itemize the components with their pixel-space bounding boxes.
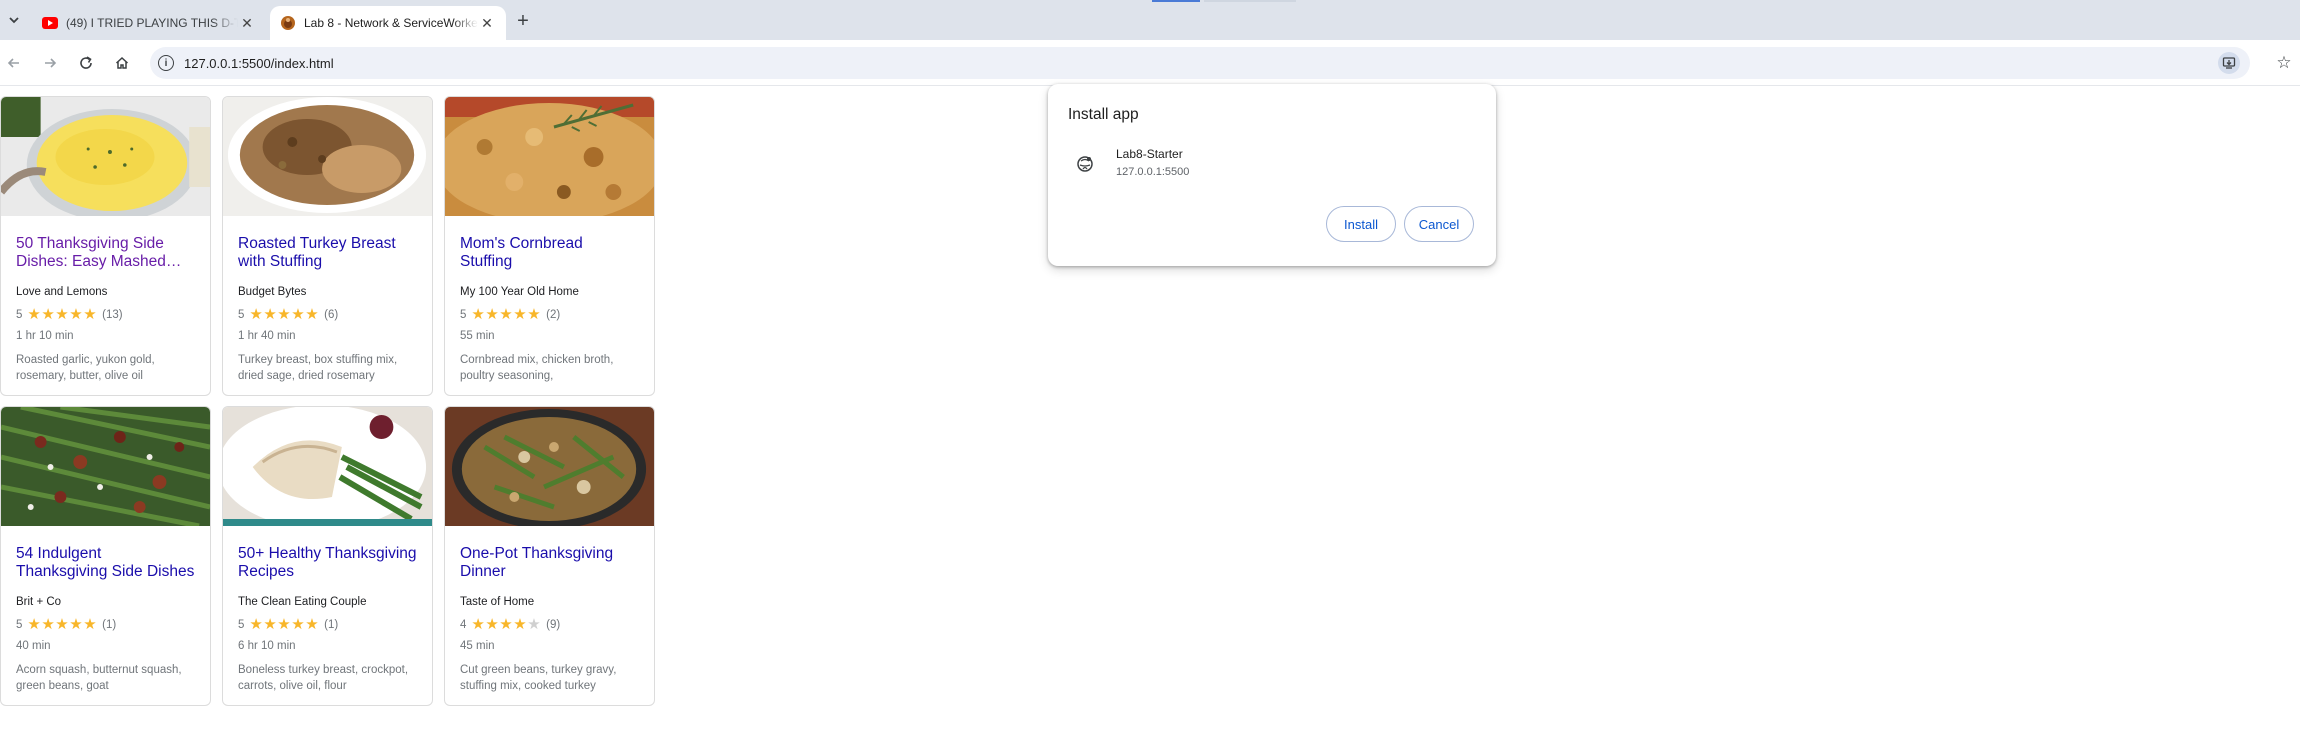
- rating-count: (1): [324, 619, 339, 631]
- recipe-time: 6 hr 10 min: [238, 640, 296, 652]
- rating-value: 5: [460, 309, 467, 321]
- tab-strip-indicator: [1204, 0, 1296, 2]
- recipe-time: 55 min: [460, 330, 495, 342]
- recipe-photo: [445, 97, 654, 223]
- close-icon[interactable]: ✕: [478, 14, 496, 32]
- recipe-card[interactable]: 50 Thanksgiving Side Dishes: Easy Mashed…: [0, 96, 211, 396]
- reload-button[interactable]: [74, 51, 98, 75]
- site-info-icon[interactable]: i: [158, 55, 174, 71]
- recipe-source: Love and Lemons: [16, 286, 108, 298]
- tab-title: (49) I TRIED PLAYING THIS D-TIER: [66, 16, 238, 30]
- reload-icon: [80, 56, 92, 69]
- url-text[interactable]: 127.0.0.1:5500/index.html: [184, 56, 334, 71]
- recipe-ingredients: Roasted garlic, yukon gold, rosemary, bu…: [16, 354, 155, 382]
- app-origin: 127.0.0.1:5500: [1116, 166, 1190, 178]
- home-icon: [115, 56, 129, 69]
- recipe-ingredients: Turkey breast, box stuffing mix, dried s…: [238, 354, 398, 382]
- recipe-title-link[interactable]: 50+ Healthy Thanksgiving Recipes: [238, 545, 417, 581]
- cancel-button[interactable]: Cancel: [1404, 206, 1474, 242]
- turkey-icon: [280, 15, 296, 31]
- address-bar[interactable]: i 127.0.0.1:5500/index.html: [150, 47, 2250, 79]
- tab-search-button[interactable]: [4, 8, 24, 32]
- recipe-ingredients: Cut green beans, turkey gravy, stuffing …: [460, 664, 617, 692]
- recipe-card[interactable]: 50+ Healthy Thanksgiving Recipes The Cle…: [222, 406, 433, 706]
- recipe-rating: 5 ★★★★★ (13): [16, 306, 195, 323]
- recipe-card[interactable]: 54 Indulgent Thanksgiving Side Dishes Br…: [0, 406, 211, 706]
- recipe-title-link[interactable]: One-Pot Thanksgiving Dinner: [460, 545, 639, 581]
- tab-strip-indicator: [1152, 0, 1200, 2]
- tab-title: Lab 8 - Network & ServiceWorker: [304, 16, 478, 30]
- recipe-photo: [223, 97, 432, 216]
- forward-button[interactable]: [38, 51, 62, 75]
- chevron-down-icon: [9, 17, 19, 24]
- recipe-rating: 5 ★★★★★ (2): [460, 306, 639, 323]
- star-rating-icon: ★★★★★: [249, 616, 320, 633]
- recipe-title-link[interactable]: 50 Thanksgiving Side Dishes: Easy Mashed…: [16, 235, 195, 271]
- recipe-title-link[interactable]: Roasted Turkey Breast with Stuffing: [238, 235, 417, 271]
- recipe-title-link[interactable]: 54 Indulgent Thanksgiving Side Dishes: [16, 545, 195, 581]
- recipe-rating: 5 ★★★★★ (6): [238, 306, 417, 323]
- recipe-rating: 5 ★★★★★ (1): [238, 616, 417, 633]
- recipe-time: 1 hr 40 min: [238, 330, 296, 342]
- star-rating-icon: ★★★★★: [249, 306, 320, 323]
- recipe-time: 45 min: [460, 640, 495, 652]
- rating-value: 5: [16, 619, 23, 631]
- star-rating-icon: ★★★★★: [471, 306, 542, 323]
- app-name: Lab8-Starter: [1116, 147, 1183, 161]
- rating-count: (6): [324, 309, 339, 321]
- star-rating-icon: ★★★★★: [471, 616, 542, 633]
- recipe-time: 40 min: [16, 640, 51, 652]
- recipe-card[interactable]: Roasted Turkey Breast with Stuffing Budg…: [222, 96, 433, 396]
- youtube-icon: [42, 15, 58, 31]
- tab-lab8[interactable]: Lab 8 - Network & ServiceWorker ✕: [270, 6, 506, 40]
- rating-count: (2): [546, 309, 561, 321]
- tab-strip: (49) I TRIED PLAYING THIS D-TIER ✕ Lab 8…: [0, 0, 2300, 40]
- recipe-card[interactable]: Mom's Cornbread Stuffing My 100 Year Old…: [444, 96, 655, 396]
- star-rating-icon: ★★★★★: [27, 616, 98, 633]
- install-app-icon[interactable]: [2218, 52, 2240, 74]
- recipe-title-link[interactable]: Mom's Cornbread Stuffing: [460, 235, 639, 271]
- home-button[interactable]: [110, 51, 134, 75]
- close-icon[interactable]: ✕: [238, 14, 256, 32]
- back-button[interactable]: [2, 51, 26, 75]
- recipe-photo: [1, 407, 210, 529]
- recipe-rating: 5 ★★★★★ (1): [16, 616, 195, 633]
- recipe-source: Brit + Co: [16, 596, 62, 608]
- recipe-photo: [445, 407, 654, 529]
- recipe-ingredients: Boneless turkey breast, crockpot, carrot…: [238, 664, 409, 692]
- rating-value: 5: [16, 309, 23, 321]
- rating-value: 5: [238, 619, 245, 631]
- tab-youtube[interactable]: (49) I TRIED PLAYING THIS D-TIER ✕: [32, 6, 266, 40]
- rating-count: (13): [102, 309, 123, 321]
- install-app-dialog: Install app Lab8-Starter 127.0.0.1:5500 …: [1048, 84, 1496, 266]
- recipe-photo: [223, 407, 432, 529]
- rating-value: 5: [238, 309, 245, 321]
- recipe-ingredients: Acorn squash, butternut squash, green be…: [16, 664, 182, 692]
- recipe-ingredients: Cornbread mix, chicken broth, poultry se…: [460, 354, 614, 382]
- recipe-photo: [1, 97, 210, 221]
- recipe-rating: 4 ★★★★★ (9): [460, 616, 639, 633]
- rating-count: (9): [546, 619, 561, 631]
- rating-value: 4: [460, 619, 467, 631]
- recipe-time: 1 hr 10 min: [16, 330, 74, 342]
- app-default-icon: [1074, 153, 1096, 175]
- new-tab-button[interactable]: +: [512, 10, 534, 32]
- forward-arrow-icon: [45, 58, 57, 68]
- dialog-title: Install app: [1068, 106, 1139, 123]
- recipe-card[interactable]: One-Pot Thanksgiving Dinner Taste of Hom…: [444, 406, 655, 706]
- recipe-source: The Clean Eating Couple: [238, 596, 367, 608]
- star-rating-icon: ★★★★★: [27, 306, 98, 323]
- recipe-source: My 100 Year Old Home: [460, 286, 579, 298]
- recipe-source: Budget Bytes: [238, 286, 307, 298]
- recipe-source: Taste of Home: [460, 596, 535, 608]
- rating-count: (1): [102, 619, 117, 631]
- install-button[interactable]: Install: [1326, 206, 1396, 242]
- back-arrow-icon: [7, 58, 19, 68]
- browser-toolbar: i 127.0.0.1:5500/index.html ☆: [0, 40, 2300, 86]
- bookmark-star-icon[interactable]: ☆: [2272, 51, 2296, 75]
